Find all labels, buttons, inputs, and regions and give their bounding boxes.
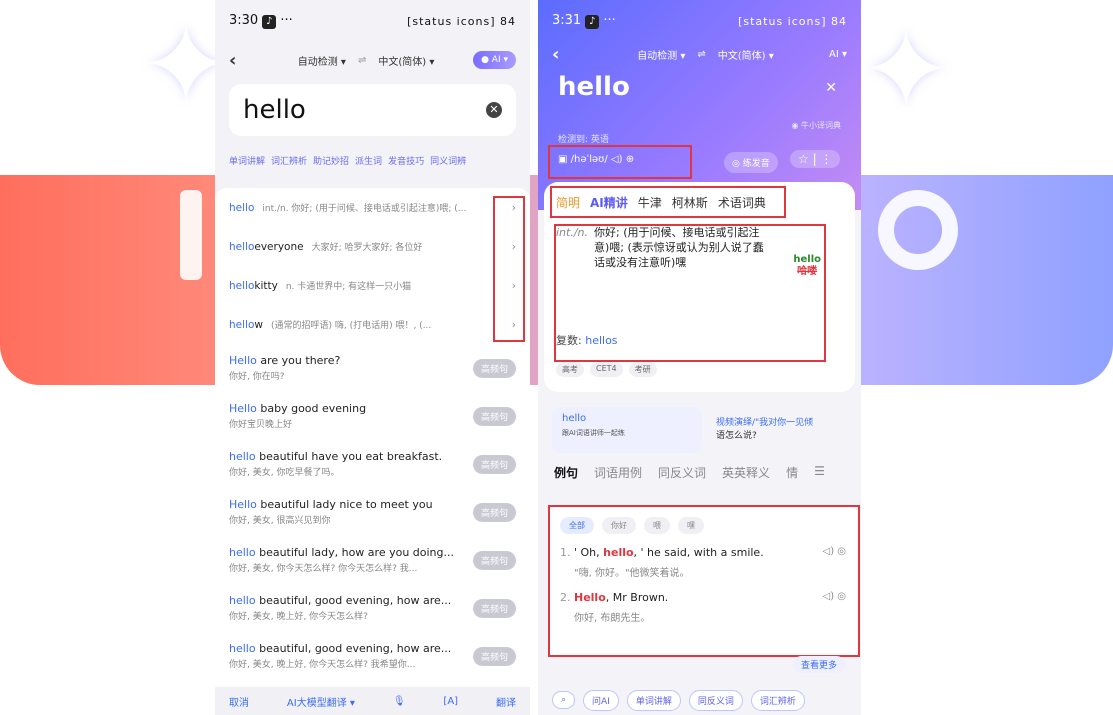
translate-button[interactable]: 翻译 [496,694,516,709]
synonyms-button[interactable]: 同反义词 [688,689,743,711]
highlight-box [493,196,525,342]
example-row[interactable]: Hello beautiful lady nice to meet you 你好,… [215,488,530,536]
bg-decor-letter [180,190,202,280]
feature-chips: 单词讲解 词汇辨析 助记妙招 派生词 发音技巧 同义词辨 [215,136,530,167]
suggestion-list: hello int./n. 你好; (用于问候、接电话或引起注意)喂; (... ›… [215,188,530,688]
example-row[interactable]: hello beautiful lady, how are you doing.… [215,536,530,584]
chip[interactable]: 发音技巧 [388,154,424,167]
example-row[interactable]: Hello are you there? 你好, 你在吗? 高频句 [215,344,530,392]
left-phone-screen: 3:30 ♪ ··· [status icons] 84 ‹ 自动检测 ▾ ⇌ 中… [215,0,530,715]
highlight-box [548,145,692,179]
target-lang-select[interactable]: 中文(简体) ▾ [718,47,774,62]
clear-icon[interactable]: ✕ [486,102,502,118]
lang-topbar: ‹ 自动检测 ▾ ⇌ 中文(简体) ▾ AI ▾ [538,42,861,66]
bg-decor-circle [878,190,958,270]
tab-usage[interactable]: 词语用例 [594,464,642,481]
status-icons: [status icons] 84 [407,14,516,28]
tab-en-definition[interactable]: 英英释义 [722,464,770,481]
status-bar: 3:30 ♪ ··· [status icons] 84 [229,13,516,29]
target-lang-select[interactable]: 中文(简体) ▾ [378,53,434,68]
word-explain-button[interactable]: 单词讲解 [626,689,681,711]
suggestion-row[interactable]: hello int./n. 你好; (用于问候、接电话或引起注意)喂; (... › [215,188,530,227]
menu-icon[interactable]: ☰ [814,464,825,481]
back-icon[interactable]: ‹ [229,50,259,71]
frequency-tag: 高频句 [472,454,516,474]
source-lang-select[interactable]: 自动检测 ▾ [637,47,685,62]
chip[interactable]: 助记妙招 [313,154,349,167]
see-more-button[interactable]: 查看更多 [792,656,845,673]
suggestion-row[interactable]: hello everyone 大家好; 哈罗大家好; 各位好 › [215,227,530,266]
sparkle-star-right: ✦ [860,6,953,134]
example-row[interactable]: hello beautiful, good evening, how are..… [215,632,530,680]
video-title[interactable]: 视频演绎/"我对你一见倾 语怎么说? [716,417,813,443]
frequency-tag: 高频句 [472,358,516,378]
vocab-compare-button[interactable]: 词汇辨析 [750,689,805,711]
chip[interactable]: 词汇辨析 [271,154,307,167]
frequency-tag: 高频句 [472,406,516,426]
video-section[interactable]: hello 跟AI词语讲师一起练 视频演绎/"我对你一见倾 语怎么说? [552,406,852,454]
frequency-tag: 高频句 [472,598,516,618]
bottom-toolbar: 取消 AI大模型翻译 ▾ 🎙 [A] 翻译 [215,687,530,715]
suggestion-row[interactable]: hello w (通常的招呼语) 嗨, (打电话用) 喂！, (... › [215,305,530,344]
tab-examples[interactable]: 例句 [554,464,578,481]
right-phone-screen: 3:31 ♪ ··· [status icons] 84 ‹ 自动检测 ▾ ⇌ 中… [538,0,861,715]
microphone-icon[interactable]: 🎙 [393,696,406,707]
chip[interactable]: 单词讲解 [229,154,265,167]
exam-tags: 高考 CET4 考研 [556,362,657,377]
detected-language: 检测到: 英语 [558,135,609,145]
frequency-tag: 高频句 [472,550,516,570]
frequency-tag: 高频句 [472,502,516,522]
close-icon[interactable]: ✕ [825,80,837,96]
highlight-box [554,224,826,362]
cancel-button[interactable]: 取消 [229,694,249,709]
favorite-star-icon[interactable]: ☆ | ⋮ [790,150,841,168]
search-icon[interactable]: ⌕ [552,691,576,709]
example-row[interactable]: hello beautiful, good evening, how are..… [215,584,530,632]
example-row[interactable]: Hello baby good evening 你好宝贝晚上好 高频句 [215,392,530,440]
video-card[interactable]: hello 跟AI词语讲师一起练 [552,407,702,453]
bottom-toolbar: ⌕ 问AI 单词讲解 同反义词 词汇辨析 [538,685,861,715]
tiktok-icon: ♪ [262,15,277,29]
practice-pronunciation-button[interactable]: ◎ 练发音 [724,152,778,173]
status-bar: 3:31 ♪ ··· [status icons] 84 [552,13,847,29]
headword: hello [558,72,630,102]
scan-icon[interactable]: [A] [443,696,458,707]
chip[interactable]: 同义词辨 [430,154,466,167]
tiktok-icon: ♪ [585,15,600,29]
search-box[interactable]: hello ✕ [229,84,516,136]
lang-topbar: ‹ 自动检测 ▾ ⇌ 中文(简体) ▾ ● AI ▾ [215,42,530,78]
example-row[interactable]: hello beautiful have you eat breakfast. 你… [215,440,530,488]
status-icons: [status icons] 84 [738,14,847,28]
tab-more[interactable]: 情 [786,464,798,481]
section-tabs: 例句 词语用例 同反义词 英英释义 情 ☰ [554,464,825,481]
swap-icon[interactable]: ⇌ [358,55,366,66]
frequency-tag: 高频句 [472,646,516,666]
ask-ai-button[interactable]: 问AI [583,689,619,711]
swap-icon[interactable]: ⇌ [697,49,705,60]
ai-button[interactable]: ● AI ▾ [473,51,516,69]
highlight-box [548,505,860,657]
suggestion-row[interactable]: hello kitty n. 卡通世界中; 有这样一只小猫 › [215,266,530,305]
back-icon[interactable]: ‹ [552,44,582,65]
search-input[interactable]: hello [243,95,486,125]
tab-synonyms[interactable]: 同反义词 [658,464,706,481]
ai-model-translate-button[interactable]: AI大模型翻译 ▾ [287,694,355,709]
chip[interactable]: 派生词 [355,154,382,167]
source-lang-select[interactable]: 自动检测 ▾ [298,53,346,68]
dictionary-source: ◉ 牛小译词典 [791,121,841,130]
ai-button[interactable]: AI ▾ [829,49,847,60]
highlight-box [550,186,786,218]
